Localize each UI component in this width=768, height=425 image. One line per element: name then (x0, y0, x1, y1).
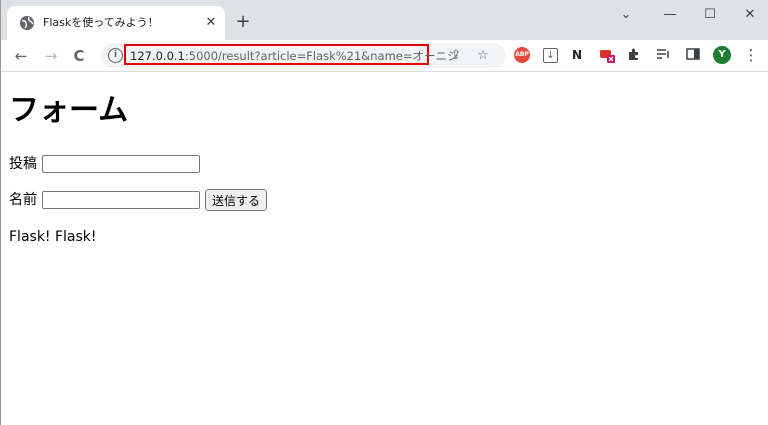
maximize-icon[interactable]: ☐ (699, 6, 721, 24)
close-tab-icon[interactable]: ✕ (203, 15, 219, 31)
post-input[interactable] (42, 155, 200, 173)
url-text: 127.0.0.1:5000/result?article=Flask%21&n… (130, 49, 459, 63)
browser-window: Flaskを使ってみよう！ ✕ + ⌄ — ☐ ✕ ← → C i 127.0.… (0, 0, 768, 425)
share-icon[interactable]: ⇪ (448, 48, 464, 64)
toolbar: ← → C i 127.0.0.1:5000/result?article=Fl… (1, 40, 768, 72)
download-icon[interactable]: ↓ (543, 48, 558, 63)
forward-icon[interactable]: → (41, 46, 61, 66)
close-window-icon[interactable]: ✕ (739, 6, 761, 24)
tab-active[interactable]: Flaskを使ってみよう！ ✕ (7, 6, 225, 40)
result-text: Flask! Flask! (9, 229, 97, 245)
url-highlight[interactable]: 127.0.0.1:5000/result?article=Flask%21&n… (124, 44, 459, 65)
tab-strip: Flaskを使ってみよう！ ✕ + ⌄ — ☐ ✕ (1, 0, 768, 40)
globe-icon (19, 15, 35, 31)
submit-button[interactable]: 送信する (205, 189, 267, 211)
post-label: 投稿 (9, 156, 37, 172)
new-tab-button[interactable]: + (233, 12, 253, 32)
back-icon[interactable]: ← (11, 46, 31, 66)
profile-avatar[interactable]: Y (713, 46, 731, 64)
reading-list-icon[interactable] (655, 47, 671, 63)
info-icon[interactable]: i (108, 48, 123, 63)
nn-extension-icon[interactable]: N (569, 47, 585, 63)
name-input[interactable] (42, 191, 200, 209)
reload-icon[interactable]: C (69, 46, 89, 66)
puzzle-icon[interactable] (626, 47, 642, 63)
tab-title: Flaskを使ってみよう！ (43, 16, 159, 29)
url-path: :5000/result?article=Flask%21&name=オーニシ (184, 49, 459, 63)
star-icon[interactable]: ☆ (475, 48, 491, 64)
address-bar[interactable]: i 127.0.0.1:5000/result?article=Flask%21… (101, 43, 506, 68)
url-host: 127.0.0.1 (130, 49, 185, 63)
name-label: 名前 (9, 192, 37, 208)
side-panel-icon[interactable] (685, 47, 701, 63)
adblock-icon[interactable]: ABP (514, 47, 530, 63)
page-title: フォーム (9, 93, 129, 128)
red-extension-icon[interactable] (599, 47, 615, 63)
tab-search-icon[interactable]: ⌄ (615, 6, 637, 24)
minimize-icon[interactable]: — (659, 6, 681, 24)
menu-icon[interactable]: ⋮ (743, 47, 759, 63)
